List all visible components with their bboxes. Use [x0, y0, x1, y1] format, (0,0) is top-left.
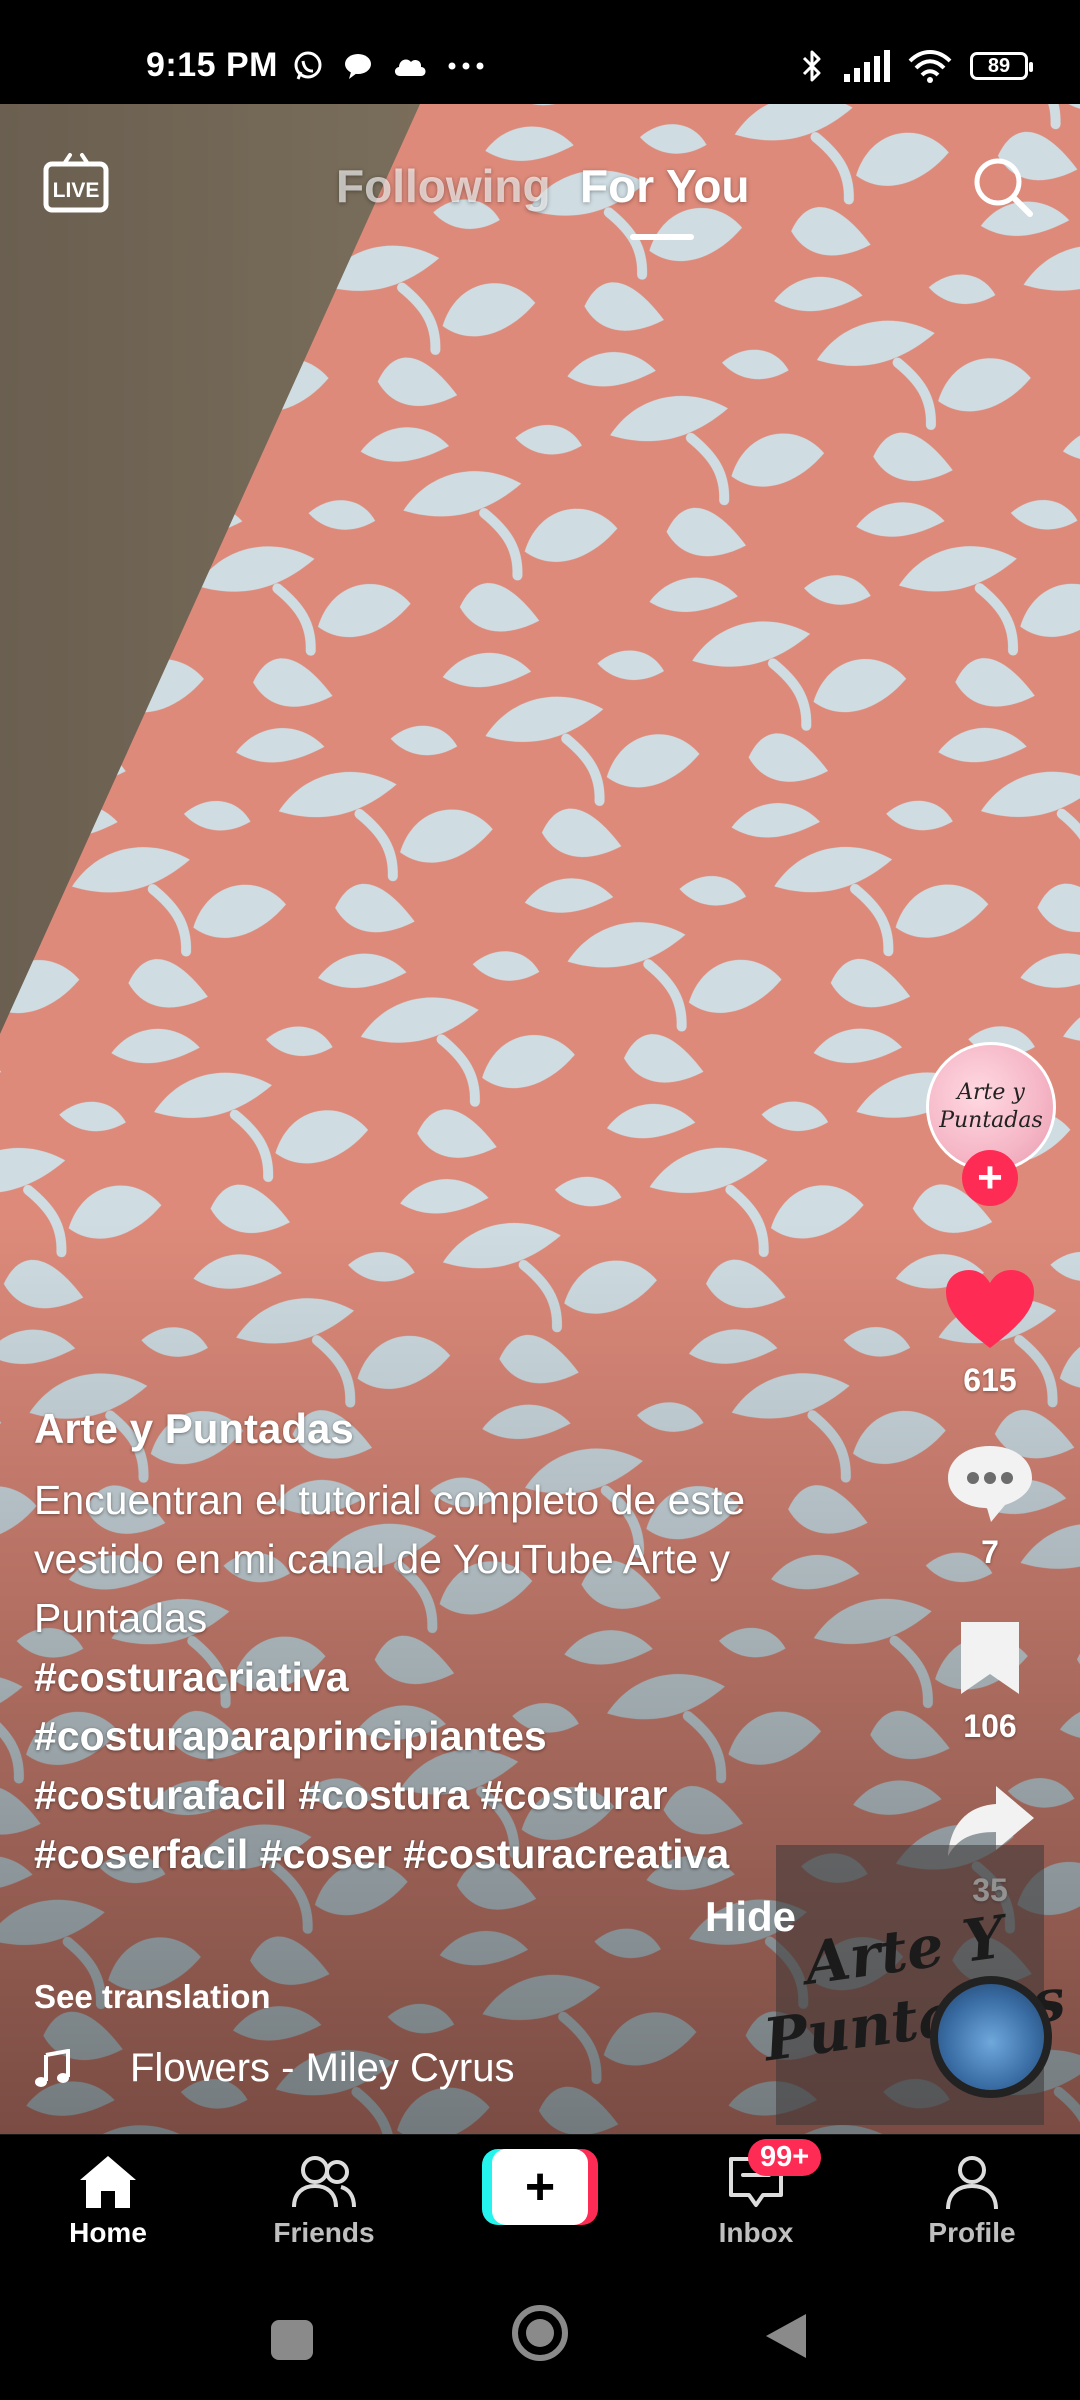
nav-friends[interactable]: Friends	[244, 2153, 404, 2249]
live-icon[interactable]: LIVE	[42, 150, 110, 218]
nav-home[interactable]: Home	[28, 2153, 188, 2249]
nav-label: Inbox	[718, 2217, 794, 2248]
inbox-badge: 99+	[748, 2139, 822, 2176]
bluetooth-icon	[802, 50, 821, 82]
whatsapp-icon	[294, 51, 322, 80]
tab-for-you[interactable]: For You	[580, 159, 750, 213]
hide-caption-button[interactable]: Hide	[705, 1893, 796, 1941]
sound-row[interactable]: Flowers - Miley Cyrus	[34, 2046, 514, 2091]
cloud-icon	[394, 59, 426, 76]
avatar-logo-text: Arte y Puntadas	[939, 1080, 1043, 1133]
friends-icon	[292, 2156, 356, 2208]
bookmark-count: 106	[963, 1708, 1017, 1744]
like-button[interactable]: 615	[930, 1268, 1050, 1399]
system-nav-buttons	[271, 2305, 806, 2361]
live-label: LIVE	[53, 179, 100, 202]
description-text: Encuentran el tutorial completo de este …	[34, 1477, 746, 1641]
follow-button[interactable]: +	[962, 1150, 1018, 1206]
status-bar: 9:15 PM 89	[0, 0, 1080, 104]
sound-disc[interactable]	[930, 1976, 1052, 2098]
sound-title: Flowers - Miley Cyrus	[130, 2046, 515, 2090]
bookmark-icon	[961, 1622, 1019, 1694]
chat-bubble-icon	[345, 54, 371, 79]
bookmark-button[interactable]: 106	[930, 1618, 1050, 1745]
tiktok-screen: 9:15 PM 89 LIVE Following For You Arte Y…	[0, 0, 1080, 2400]
more-dots-icon	[448, 62, 484, 70]
back-button[interactable]	[766, 2314, 806, 2358]
battery-indicator: 89	[970, 52, 1033, 80]
nav-label: Profile	[928, 2217, 1016, 2248]
post-description: Encuentran el tutorial completo de este …	[34, 1471, 814, 1884]
music-note-icon	[35, 2048, 70, 2087]
bottom-nav: Home Friends + Inbox 99+ Profile	[0, 2134, 1080, 2279]
recents-button[interactable]	[271, 2320, 313, 2360]
home-icon	[80, 2156, 136, 2208]
heart-icon	[946, 1270, 1034, 1348]
like-count: 615	[963, 1362, 1017, 1398]
active-tab-indicator	[630, 234, 694, 240]
plus-icon: +	[492, 2149, 588, 2225]
hashtag-line[interactable]: #costuracriativa	[34, 1648, 814, 1707]
notification-icons	[292, 50, 486, 82]
hashtag-line[interactable]: #costuraparaprincipiantes	[34, 1707, 814, 1766]
status-time: 9:15 PM	[146, 46, 278, 84]
back-triangle-icon	[766, 2314, 806, 2358]
profile-icon	[946, 2156, 998, 2210]
create-button[interactable]: +	[482, 2149, 598, 2225]
see-translation-link[interactable]: See translation	[34, 1978, 271, 2016]
home-system-button[interactable]	[512, 2305, 568, 2361]
post-caption: Arte y Puntadas Encuentran el tutorial c…	[34, 1405, 814, 1884]
hashtag-line[interactable]: #costurafacil #costura #costurar	[34, 1766, 814, 1825]
feed-top-nav: LIVE Following For You	[0, 104, 1080, 264]
tab-following[interactable]: Following	[336, 159, 551, 213]
hashtag-line[interactable]: #coserfacil #coser #costuracreativa	[34, 1825, 814, 1884]
system-icons: 89	[800, 48, 1033, 84]
author-name[interactable]: Arte y Puntadas	[34, 1405, 814, 1453]
home-circle-dot	[526, 2319, 554, 2347]
comment-button[interactable]: 7	[930, 1442, 1050, 1571]
nav-profile[interactable]: Profile	[892, 2153, 1052, 2249]
signal-icon	[844, 50, 890, 82]
comment-count: 7	[981, 1534, 999, 1570]
recents-icon	[271, 2320, 313, 2360]
search-icon[interactable]	[970, 154, 1036, 220]
nav-label: Friends	[273, 2217, 375, 2248]
wifi-icon	[908, 50, 952, 83]
nav-label: Home	[69, 2217, 147, 2248]
comment-icon	[948, 1446, 1032, 1522]
system-nav-bar	[0, 2278, 1080, 2400]
